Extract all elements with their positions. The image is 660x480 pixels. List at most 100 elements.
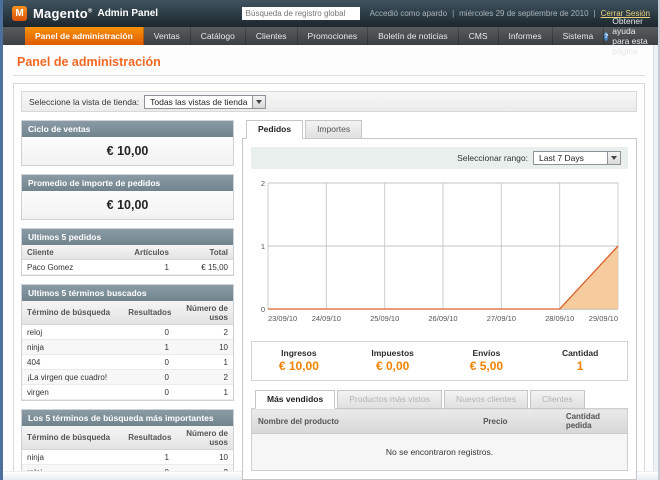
column-header: Término de búsqueda [22, 426, 123, 450]
nav-item-informes[interactable]: Informes [499, 27, 553, 45]
nav-item-boletin[interactable]: Boletín de noticias [368, 27, 458, 45]
logged-in-text: Accedió como apardo [370, 9, 447, 18]
stat-ingresos: Ingresos € 10,00 [252, 348, 346, 373]
orders-chart-svg: 01223/09/1024/09/1025/09/1026/09/1027/09… [251, 176, 623, 328]
svg-text:26/09/10: 26/09/10 [428, 314, 457, 323]
card-title: Los 5 términos de búsqueda más important… [22, 410, 233, 426]
range-select[interactable]: Last 7 Days [533, 151, 621, 165]
last-searched-card: Ultimos 5 términos buscados Término de b… [21, 284, 234, 401]
header-user-info: Accedió como apardo | miércoles 29 de se… [370, 9, 650, 18]
right-column: Pedidos Importes Seleccionar rango: Last… [242, 120, 637, 480]
svg-text:28/09/10: 28/09/10 [545, 314, 574, 323]
nav-item-sistema[interactable]: Sistema [553, 27, 605, 45]
last-orders-table: Cliente Artículos Total Paco Gomez 1 € 1… [22, 245, 233, 275]
column-header: Precio [477, 409, 560, 434]
table-row[interactable]: ¡La virgen que cuadro!02 [22, 370, 233, 385]
svg-text:27/09/10: 27/09/10 [487, 314, 516, 323]
column-header: Número de usos [174, 426, 233, 450]
svg-text:1: 1 [261, 242, 265, 251]
column-header: Total [174, 245, 233, 260]
page-title: Panel de administración [13, 51, 645, 76]
table-row[interactable]: ninja110 [22, 340, 233, 355]
stat-cantidad: Cantidad 1 [533, 348, 627, 373]
average-orders-value: € 10,00 [22, 191, 233, 219]
tab-nuevos-clientes[interactable]: Nuevos clientes [444, 390, 528, 409]
average-orders-card: Promedio de importe de pedidos € 10,00 [21, 174, 234, 220]
column-header: Artículos [123, 245, 174, 260]
registered-mark: ® [88, 9, 93, 15]
nav-item-promociones[interactable]: Promociones [298, 27, 369, 45]
tab-mas-vendidos[interactable]: Más vendidos [255, 390, 335, 409]
left-column: Ciclo de ventas € 10,00 Promedio de impo… [21, 120, 234, 480]
tab-pedidos[interactable]: Pedidos [246, 120, 303, 139]
chart-tabs: Pedidos Importes [242, 120, 637, 138]
column-header: Cliente [22, 245, 123, 260]
column-header: Resultados [123, 426, 174, 450]
chevron-down-icon [252, 96, 265, 108]
card-title: Ultimos 5 pedidos [22, 229, 233, 245]
magento-logo-icon: M [12, 6, 27, 21]
header: M Magento® Admin Panel Accedió como apar… [3, 0, 658, 27]
bestsellers-table: Nombre del producto Precio Cantidad pedi… [251, 408, 628, 471]
orders-chart: 01223/09/1024/09/1025/09/1026/09/1027/09… [251, 176, 628, 333]
last-searched-table: Término de búsqueda Resultados Número de… [22, 301, 233, 400]
svg-text:29/09/10: 29/09/10 [589, 314, 618, 323]
window-frame: M Magento® Admin Panel Accedió como apar… [0, 0, 660, 480]
column-header: Nombre del producto [252, 409, 478, 434]
column-header: Número de usos [174, 301, 233, 325]
help-icon: ? [604, 32, 608, 41]
get-help-link[interactable]: ? Obtener ayuda para esta página [604, 27, 658, 45]
stat-impuestos: Impuestos € 0,00 [346, 348, 440, 373]
column-header: Resultados [123, 301, 174, 325]
empty-message: No se encontraron registros. [252, 434, 628, 471]
bottom-tabs: Más vendidos Productos más vistos Nuevos… [251, 390, 628, 408]
store-view-label: Seleccione la vista de tienda: [29, 97, 139, 107]
table-row[interactable]: virgen01 [22, 385, 233, 400]
tab-clientes[interactable]: Clientes [530, 390, 585, 409]
lifetime-sales-value: € 10,00 [22, 137, 233, 165]
nav-item-clientes[interactable]: Clientes [246, 27, 298, 45]
nav-item-cms[interactable]: CMS [459, 27, 499, 45]
column-header: Término de búsqueda [22, 301, 123, 325]
separator: | [594, 9, 596, 18]
svg-text:2: 2 [261, 179, 265, 188]
range-label: Seleccionar rango: [457, 153, 528, 163]
nav-item-panel[interactable]: Panel de administración [25, 27, 144, 45]
help-label: Obtener ayuda para esta página [612, 16, 648, 56]
card-title: Promedio de importe de pedidos [22, 175, 233, 191]
logo-letter: M [15, 8, 23, 19]
brand-name: Magento® [33, 6, 92, 21]
stat-envios: Envíos € 5,00 [440, 348, 534, 373]
table-row[interactable]: reloj02 [22, 325, 233, 340]
last-orders-card: Ultimos 5 pedidos Cliente Artículos Tota… [21, 228, 234, 276]
orders-tab-panel: Seleccionar rango: Last 7 Days 0 1 2 23/09/… [242, 138, 637, 480]
scrollbar[interactable] [653, 45, 658, 471]
tab-importes[interactable]: Importes [305, 120, 362, 139]
card-title: Ciclo de ventas [22, 121, 233, 137]
main-nav: Panel de administración Ventas Catálogo … [3, 27, 658, 45]
lifetime-sales-card: Ciclo de ventas € 10,00 [21, 120, 234, 166]
store-view-select[interactable]: Todas las vistas de tienda [144, 95, 266, 109]
content-area: Panel de administración Seleccione la vi… [3, 45, 658, 480]
dashboard-panel: Seleccione la vista de tienda: Todas las… [13, 83, 645, 480]
store-view-bar: Seleccione la vista de tienda: Todas las… [21, 91, 637, 112]
card-title: Ultimos 5 términos buscados [22, 285, 233, 301]
table-row[interactable]: 40401 [22, 355, 233, 370]
svg-text:24/09/10: 24/09/10 [312, 314, 341, 323]
top-searched-card: Los 5 términos de búsqueda más important… [21, 409, 234, 480]
chevron-down-icon [607, 152, 620, 164]
nav-item-ventas[interactable]: Ventas [144, 27, 191, 45]
empty-row: No se encontraron registros. [252, 434, 628, 471]
separator: | [452, 9, 454, 18]
range-bar: Seleccionar rango: Last 7 Days [251, 147, 628, 169]
global-search-input[interactable] [242, 7, 360, 20]
totals-bar: Ingresos € 10,00 Impuestos € 0,00 Envíos… [251, 341, 628, 381]
table-row[interactable]: ninja110 [22, 450, 233, 465]
column-header: Cantidad pedida [560, 409, 628, 434]
svg-text:23/09/10: 23/09/10 [268, 314, 297, 323]
brand-suffix: Admin Panel [97, 8, 158, 19]
tab-productos-mas-vistos[interactable]: Productos más vistos [337, 390, 442, 409]
svg-text:0: 0 [261, 305, 265, 314]
nav-item-catalogo[interactable]: Catálogo [191, 27, 246, 45]
table-row[interactable]: Paco Gomez 1 € 15,00 [22, 260, 233, 275]
